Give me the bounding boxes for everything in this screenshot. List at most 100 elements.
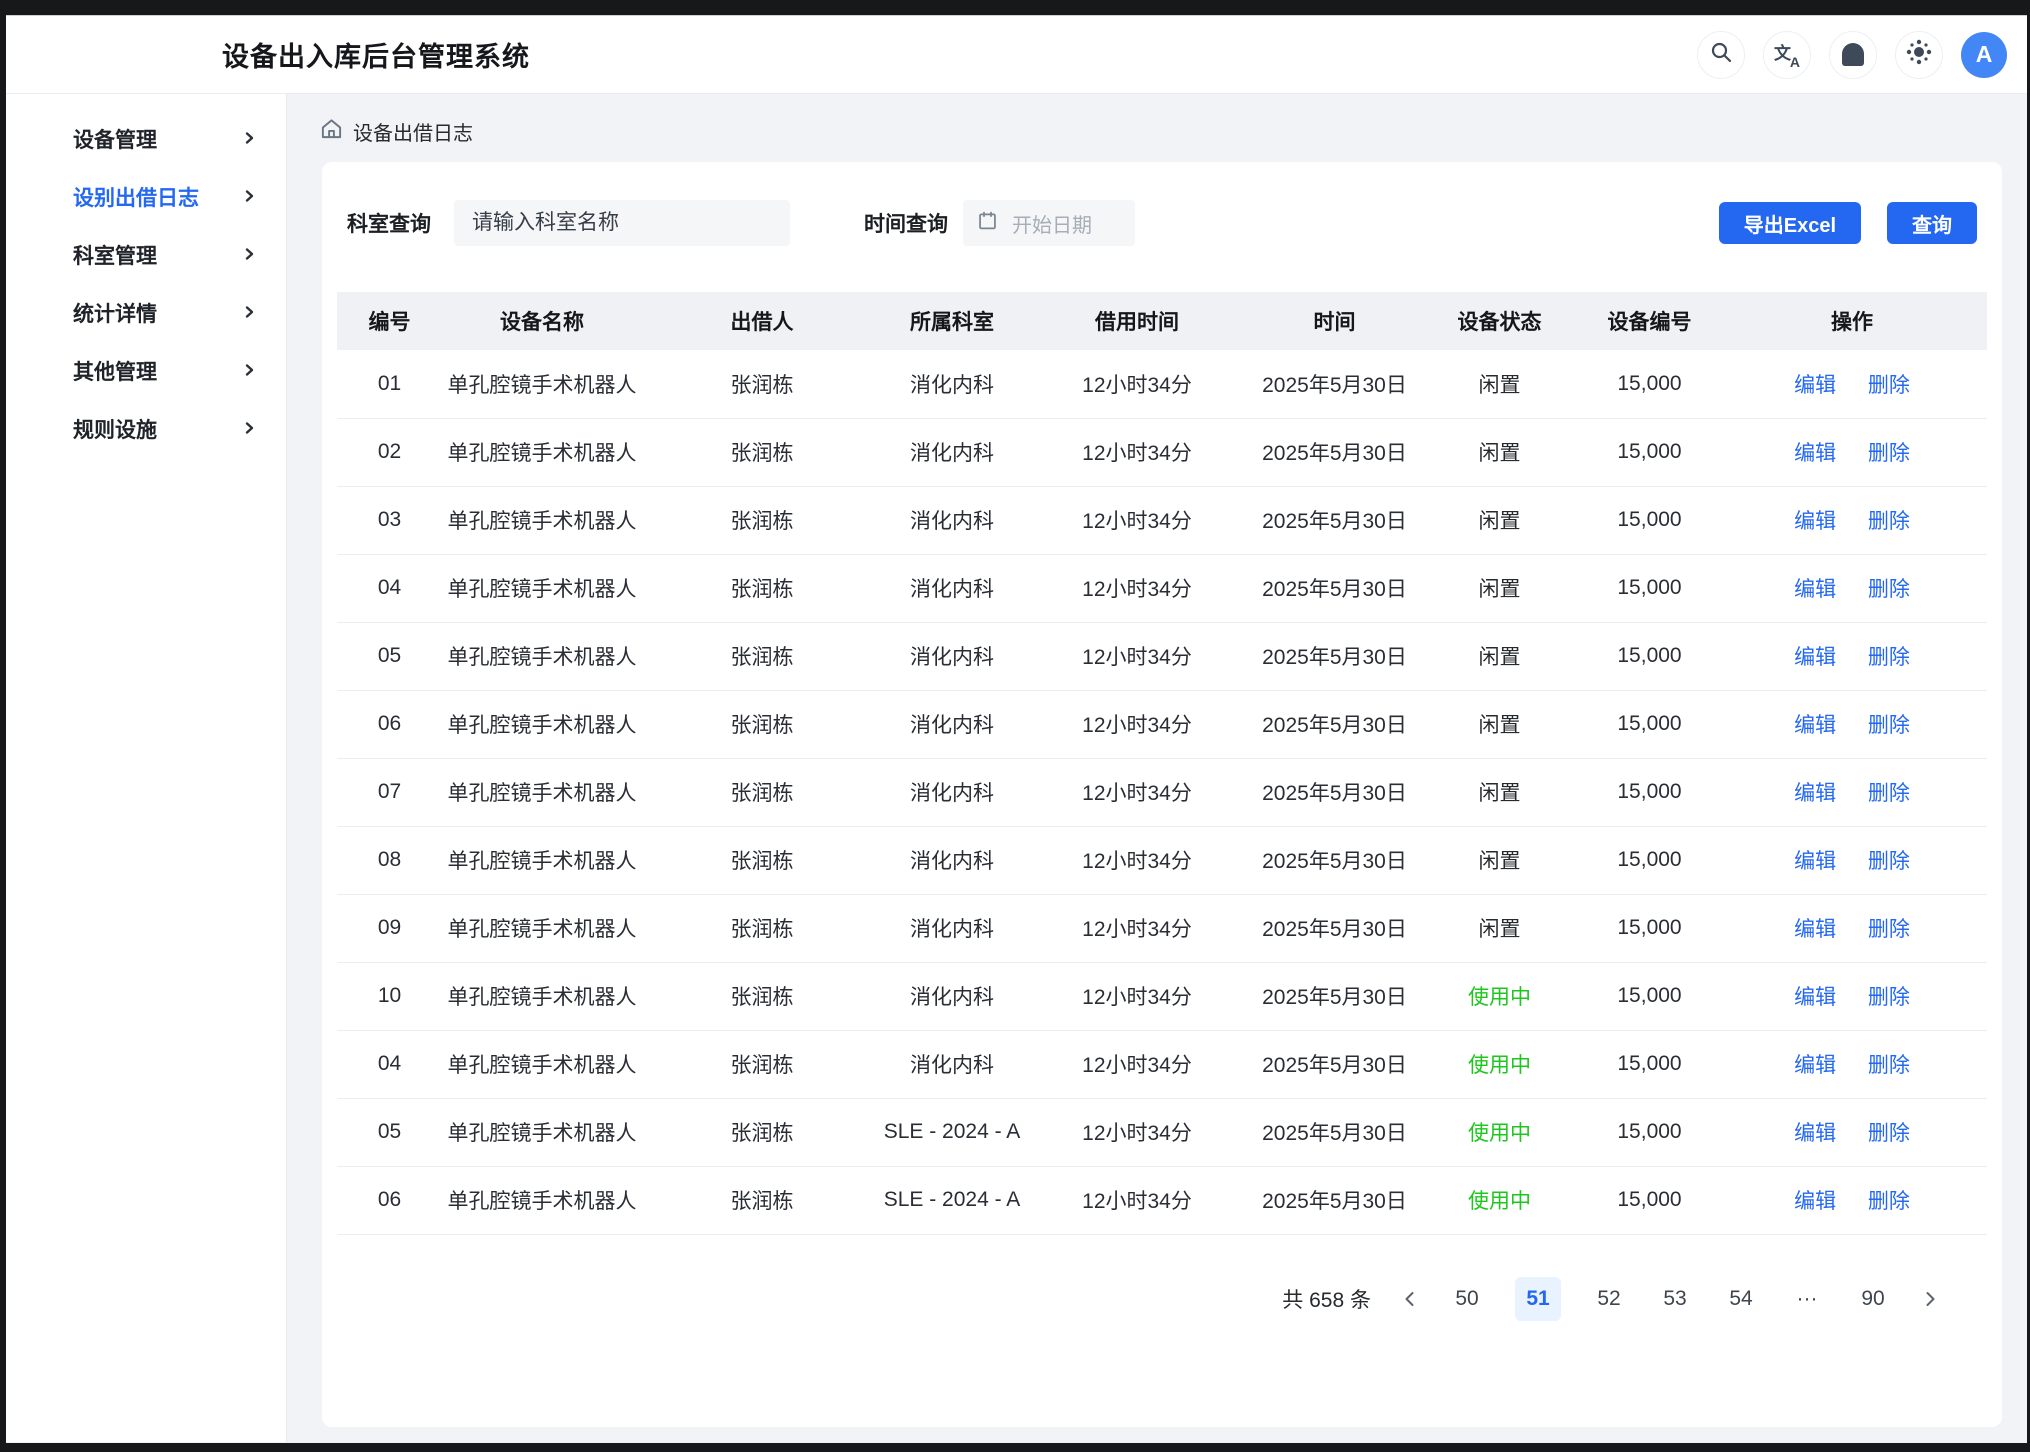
delete-link[interactable]: 删除	[1868, 578, 1910, 601]
cell-time: 2025年5月30日	[1252, 1166, 1417, 1234]
cell-department: 消化内科	[882, 418, 1022, 486]
sidebar-item-3[interactable]: 统计详情	[6, 293, 286, 333]
next-page-icon[interactable]	[1921, 1290, 1939, 1308]
home-icon	[320, 117, 343, 146]
chevron-right-icon	[242, 185, 256, 209]
cell-device-number: 15,000	[1582, 1166, 1717, 1234]
delete-link[interactable]: 删除	[1868, 850, 1910, 873]
language-button[interactable]: 文 A	[1763, 31, 1811, 79]
page-ellipsis[interactable]: ···	[1789, 1277, 1825, 1321]
breadcrumb[interactable]: 设备出借日志	[320, 117, 2027, 146]
sidebar-item-1[interactable]: 设别出借日志	[6, 177, 286, 217]
brightness-icon	[1906, 39, 1932, 70]
cell-borrow-duration: 12小时34分	[1022, 622, 1252, 690]
edit-link[interactable]: 编辑	[1794, 510, 1836, 533]
edit-link[interactable]: 编辑	[1794, 646, 1836, 669]
edit-link[interactable]: 编辑	[1794, 578, 1836, 601]
page-button-52[interactable]: 52	[1591, 1277, 1627, 1321]
delete-link[interactable]: 删除	[1868, 714, 1910, 737]
query-button[interactable]: 查询	[1887, 202, 1977, 244]
chevron-right-icon	[242, 359, 256, 383]
cell-department: 消化内科	[882, 826, 1022, 894]
edit-link[interactable]: 编辑	[1794, 714, 1836, 737]
cell-no: 08	[337, 826, 442, 894]
page-button-51[interactable]: 51	[1515, 1277, 1561, 1321]
delete-link[interactable]: 删除	[1868, 782, 1910, 805]
table-row: 05 单孔腔镜手术机器人 张润栋 SLE - 2024 - A 12小时34分 …	[337, 1098, 1987, 1166]
cell-no: 09	[337, 894, 442, 962]
cell-actions: 编辑 删除	[1717, 622, 1987, 690]
cell-time: 2025年5月30日	[1252, 622, 1417, 690]
cell-no: 06	[337, 1166, 442, 1234]
sidebar-item-0[interactable]: 设备管理	[6, 119, 286, 159]
cell-device-number: 15,000	[1582, 350, 1717, 418]
cell-device-number: 15,000	[1582, 1030, 1717, 1098]
edit-link[interactable]: 编辑	[1794, 850, 1836, 873]
table-row: 09 单孔腔镜手术机器人 张润栋 消化内科 12小时34分 2025年5月30日…	[337, 894, 1987, 962]
page-button-50[interactable]: 50	[1449, 1277, 1485, 1321]
edit-link[interactable]: 编辑	[1794, 986, 1836, 1009]
table-row: 02 单孔腔镜手术机器人 张润栋 消化内科 12小时34分 2025年5月30日…	[337, 418, 1987, 486]
cell-time: 2025年5月30日	[1252, 1030, 1417, 1098]
chevron-right-icon	[242, 243, 256, 267]
cell-actions: 编辑 删除	[1717, 350, 1987, 418]
page-button-53[interactable]: 53	[1657, 1277, 1693, 1321]
page-button-54[interactable]: 54	[1723, 1277, 1759, 1321]
delete-link[interactable]: 删除	[1868, 986, 1910, 1009]
sidebar-item-5[interactable]: 规则设施	[6, 409, 286, 449]
chevron-right-icon	[242, 301, 256, 325]
cell-device-status: 闲置	[1417, 554, 1582, 622]
cell-device-status: 闲置	[1417, 894, 1582, 962]
cell-actions: 编辑 删除	[1717, 486, 1987, 554]
cell-device-name: 单孔腔镜手术机器人	[442, 758, 642, 826]
cell-borrow-duration: 12小时34分	[1022, 758, 1252, 826]
start-date-picker[interactable]: 开始日期	[963, 200, 1135, 246]
cell-borrow-duration: 12小时34分	[1022, 1166, 1252, 1234]
table-row: 08 单孔腔镜手术机器人 张润栋 消化内科 12小时34分 2025年5月30日…	[337, 826, 1987, 894]
user-avatar[interactable]: A	[1961, 32, 2007, 78]
cell-borrow-duration: 12小时34分	[1022, 690, 1252, 758]
edit-link[interactable]: 编辑	[1794, 1190, 1836, 1213]
prev-page-icon[interactable]	[1401, 1290, 1419, 1308]
delete-link[interactable]: 删除	[1868, 510, 1910, 533]
cell-department: 消化内科	[882, 894, 1022, 962]
search-button[interactable]	[1697, 31, 1745, 79]
cell-borrow-duration: 12小时34分	[1022, 1098, 1252, 1166]
sidebar-item-2[interactable]: 科室管理	[6, 235, 286, 275]
cell-no: 04	[337, 1030, 442, 1098]
cell-device-number: 15,000	[1582, 826, 1717, 894]
theme-button[interactable]	[1895, 31, 1943, 79]
page-button-90[interactable]: 90	[1855, 1277, 1891, 1321]
cell-device-name: 单孔腔镜手术机器人	[442, 962, 642, 1030]
edit-link[interactable]: 编辑	[1794, 442, 1836, 465]
export-excel-button[interactable]: 导出Excel	[1719, 202, 1861, 244]
edit-link[interactable]: 编辑	[1794, 1122, 1836, 1145]
cell-borrower: 张润栋	[642, 826, 882, 894]
delete-link[interactable]: 删除	[1868, 442, 1910, 465]
sidebar-item-4[interactable]: 其他管理	[6, 351, 286, 391]
edit-link[interactable]: 编辑	[1794, 374, 1836, 397]
edit-link[interactable]: 编辑	[1794, 782, 1836, 805]
delete-link[interactable]: 删除	[1868, 1122, 1910, 1145]
chevron-right-icon	[242, 417, 256, 441]
cell-actions: 编辑 删除	[1717, 962, 1987, 1030]
cell-no: 10	[337, 962, 442, 1030]
edit-link[interactable]: 编辑	[1794, 918, 1836, 941]
delete-link[interactable]: 删除	[1868, 1054, 1910, 1077]
cell-device-name: 单孔腔镜手术机器人	[442, 486, 642, 554]
cell-time: 2025年5月30日	[1252, 690, 1417, 758]
delete-link[interactable]: 删除	[1868, 1190, 1910, 1213]
col-device-status: 设备状态	[1417, 292, 1582, 350]
translate-icon: 文 A	[1774, 42, 1800, 68]
delete-link[interactable]: 删除	[1868, 374, 1910, 397]
delete-link[interactable]: 删除	[1868, 918, 1910, 941]
delete-link[interactable]: 删除	[1868, 646, 1910, 669]
cell-device-number: 15,000	[1582, 622, 1717, 690]
cell-borrower: 张润栋	[642, 1166, 882, 1234]
cell-actions: 编辑 删除	[1717, 894, 1987, 962]
dept-search-input[interactable]	[454, 200, 790, 246]
app-title: 设备出入库后台管理系统	[222, 35, 530, 74]
edit-link[interactable]: 编辑	[1794, 1054, 1836, 1077]
cell-no: 02	[337, 418, 442, 486]
notification-button[interactable]	[1829, 31, 1877, 79]
